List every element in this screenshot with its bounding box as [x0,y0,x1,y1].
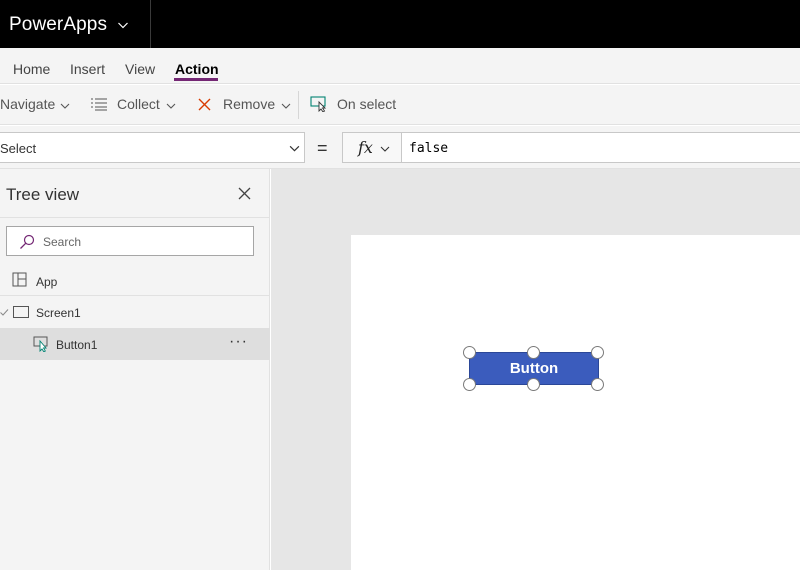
tree-item-label: App [36,275,58,289]
tree-view-title: Tree view [6,185,80,204]
collect-label: Collect [117,96,160,112]
app-name: PowerApps [9,14,108,35]
resize-handle[interactable] [527,346,540,359]
close-icon [198,98,211,110]
title-divider [150,0,151,48]
resize-handle[interactable] [591,378,604,391]
remove-label: Remove [223,96,276,112]
button-icon [33,336,48,352]
screen-surface[interactable]: Button [351,235,800,570]
tree-view-panel: Tree view Search App Screen1 Button1 ··· [0,169,270,570]
fx-button[interactable]: fx [342,132,402,163]
ribbon-toolbar: Navigate Collect Remove On select [0,85,800,125]
search-placeholder: Search [43,235,82,249]
property-value: Select [0,141,37,156]
collect-button[interactable]: Collect [90,96,176,112]
screen-icon [13,306,29,318]
on-select-icon [310,96,327,112]
more-options-icon[interactable]: ··· [229,333,248,351]
formula-bar: Select fx false [0,126,800,169]
property-dropdown[interactable]: Select [0,132,305,163]
formula-input[interactable]: false [402,132,800,163]
list-icon [91,98,107,111]
menu-bar: Home Insert View Action [0,48,800,84]
navigate-label: Navigate [0,96,56,112]
tab-view[interactable]: View [125,61,155,77]
active-tab-indicator [174,78,218,81]
resize-handle[interactable] [591,346,604,359]
app-icon [12,272,27,287]
tree-view-divider [0,217,270,218]
tree-item-label: Screen1 [36,306,81,320]
tree-item-app[interactable]: App [0,264,270,296]
tab-home[interactable]: Home [13,61,50,77]
search-icon [20,234,35,249]
resize-handle[interactable] [463,346,476,359]
tree-search-input[interactable]: Search [6,226,254,256]
powerapps-studio: PowerApps Home Insert View Action Naviga… [0,0,800,570]
tree-item-button1[interactable]: Button1 ··· [0,328,270,360]
tab-action[interactable]: Action [175,61,219,77]
remove-button[interactable]: Remove [197,96,291,112]
title-bar: PowerApps [0,0,800,48]
tree-item-label: Button1 [56,338,98,352]
check-icon[interactable] [0,308,9,317]
chevron-down-icon [289,145,300,152]
toolbar-separator [298,91,299,119]
close-icon[interactable] [237,186,252,201]
chevron-down-icon [281,103,291,109]
on-select-label: On select [337,96,397,112]
on-select-button[interactable]: On select [310,96,396,112]
chevron-down-icon [380,146,390,152]
chevron-down-icon [60,103,70,109]
tree-item-screen1[interactable]: Screen1 [0,296,270,328]
tab-insert[interactable]: Insert [70,61,105,77]
resize-handle[interactable] [527,378,540,391]
design-canvas[interactable]: Button [271,169,800,570]
navigate-button[interactable]: Navigate [0,96,70,112]
equals-sign: = [317,138,328,158]
resize-handle[interactable] [463,378,476,391]
fx-icon: fx [358,138,373,157]
chevron-down-icon [166,103,176,109]
chevron-down-icon[interactable] [117,18,129,30]
